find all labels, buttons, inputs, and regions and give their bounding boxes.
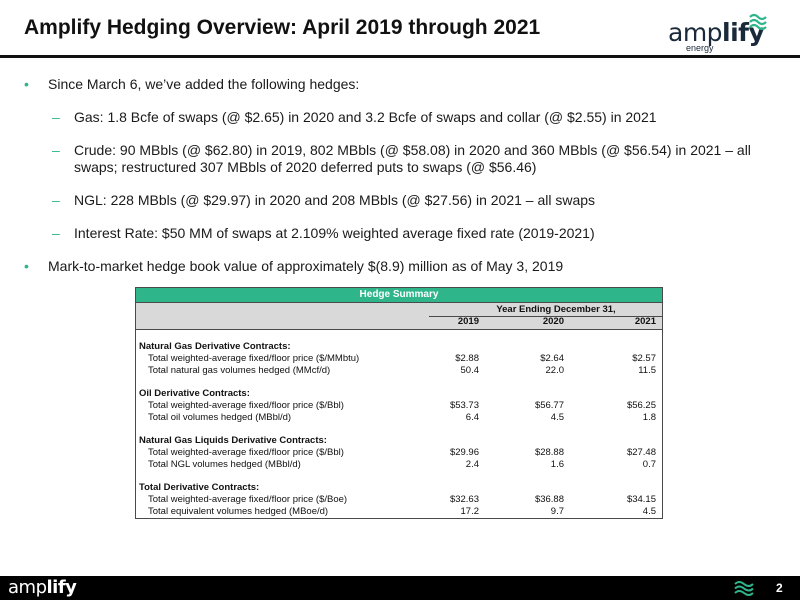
table-row: Total weighted-average fixed/floor price… [136, 400, 662, 412]
bullet-dot-icon: • [24, 258, 29, 274]
footer-logo: amplify [8, 577, 77, 598]
row-value: 22.0 [545, 365, 565, 376]
row-value: $36.88 [534, 494, 564, 505]
dash-icon: – [52, 109, 60, 125]
row-value: 0.7 [642, 459, 656, 470]
title-divider [0, 55, 800, 58]
logo-tagline: energy [686, 43, 714, 53]
section-heading: Natural Gas Liquids Derivative Contracts… [139, 435, 327, 446]
dash-icon: – [52, 192, 60, 208]
row-label: Total weighted-average fixed/floor price… [148, 400, 344, 411]
row-value: $27.48 [626, 447, 656, 458]
wave-mark-icon [749, 13, 767, 31]
table-row: Total weighted-average fixed/floor price… [136, 447, 662, 459]
table-header-band: Year Ending December 31, 2019 2020 2021 [136, 302, 662, 330]
row-value: $2.64 [540, 353, 564, 364]
amplify-logo: amplify energy [668, 10, 768, 53]
row-value: 1.8 [642, 412, 656, 423]
footer-bar: amplify 2 [0, 576, 800, 600]
dash-icon: – [52, 225, 60, 241]
row-label: Total weighted-average fixed/floor price… [148, 494, 348, 505]
table-row: Total NGL volumes hedged (MBbl/d) 2.4 1.… [136, 459, 662, 471]
row-value: 9.7 [550, 506, 564, 517]
row-label: Total NGL volumes hedged (MBbl/d) [148, 459, 301, 470]
bullet-mark-to-market: • Mark-to-market hedge book value of app… [24, 258, 564, 274]
row-value: 2.4 [465, 459, 479, 470]
row-value: 1.6 [550, 459, 564, 470]
table-row: Total equivalent volumes hedged (MBoe/d)… [136, 506, 662, 518]
section-heading: Oil Derivative Contracts: [139, 388, 250, 399]
row-label: Total natural gas volumes hedged (MMcf/d… [148, 365, 331, 376]
bullet-dot-icon: • [24, 76, 29, 92]
section-heading: Natural Gas Derivative Contracts: [139, 341, 291, 352]
row-value: 17.2 [460, 506, 480, 517]
table-row: Total oil volumes hedged (MBbl/d) 6.4 4.… [136, 412, 662, 424]
row-value: 4.5 [550, 412, 564, 423]
row-label: Total equivalent volumes hedged (MBoe/d) [148, 506, 329, 517]
year-header-2019: 2019 [457, 316, 479, 327]
row-value: $56.77 [534, 400, 564, 411]
bullet-intro: • Since March 6, we’ve added the followi… [24, 76, 360, 92]
hedge-summary-table: Hedge Summary Year Ending December 31, 2… [135, 287, 663, 519]
row-value: $32.63 [449, 494, 479, 505]
sub-bullet-interest-rate: – Interest Rate: $50 MM of swaps at 2.10… [52, 225, 595, 241]
row-label: Total oil volumes hedged (MBbl/d) [148, 412, 292, 423]
section-heading: Total Derivative Contracts: [139, 482, 260, 493]
row-value: $2.57 [632, 353, 656, 364]
row-value: 50.4 [460, 365, 480, 376]
table-row: Total weighted-average fixed/floor price… [136, 353, 662, 365]
row-value: 6.4 [465, 412, 479, 423]
row-value: $2.88 [455, 353, 479, 364]
table-title: Hedge Summary [136, 288, 662, 302]
table-row: Total weighted-average fixed/floor price… [136, 494, 662, 506]
row-value: $53.73 [449, 400, 479, 411]
row-value: 11.5 [638, 365, 656, 376]
page-number: 2 [776, 581, 783, 595]
bullet-list: • Since March 6, we’ve added the followi… [18, 76, 788, 291]
row-label: Total weighted-average fixed/floor price… [148, 353, 360, 364]
row-label: Total weighted-average fixed/floor price… [148, 447, 344, 458]
year-header-2020: 2020 [542, 316, 564, 327]
row-value: $34.15 [626, 494, 656, 505]
year-header-2021: 2021 [634, 316, 656, 327]
slide-title: Amplify Hedging Overview: April 2019 thr… [24, 16, 541, 39]
table-row: Total natural gas volumes hedged (MMcf/d… [136, 365, 662, 377]
period-label: Year Ending December 31, [496, 304, 616, 315]
wave-mark-icon [734, 581, 754, 596]
sub-bullet-ngl: – NGL: 228 MBbls (@ $29.97) in 2020 and … [52, 192, 596, 208]
sub-bullet-crude: – Crude: 90 MBbls (@ $62.80) in 2019, 80… [52, 142, 751, 175]
sub-bullet-gas: – Gas: 1.8 Bcfe of swaps (@ $2.65) in 20… [52, 109, 657, 125]
row-value: $29.96 [449, 447, 479, 458]
dash-icon: – [52, 142, 60, 158]
row-value: 4.5 [642, 506, 656, 517]
row-value: $56.25 [626, 400, 656, 411]
row-value: $28.88 [534, 447, 564, 458]
